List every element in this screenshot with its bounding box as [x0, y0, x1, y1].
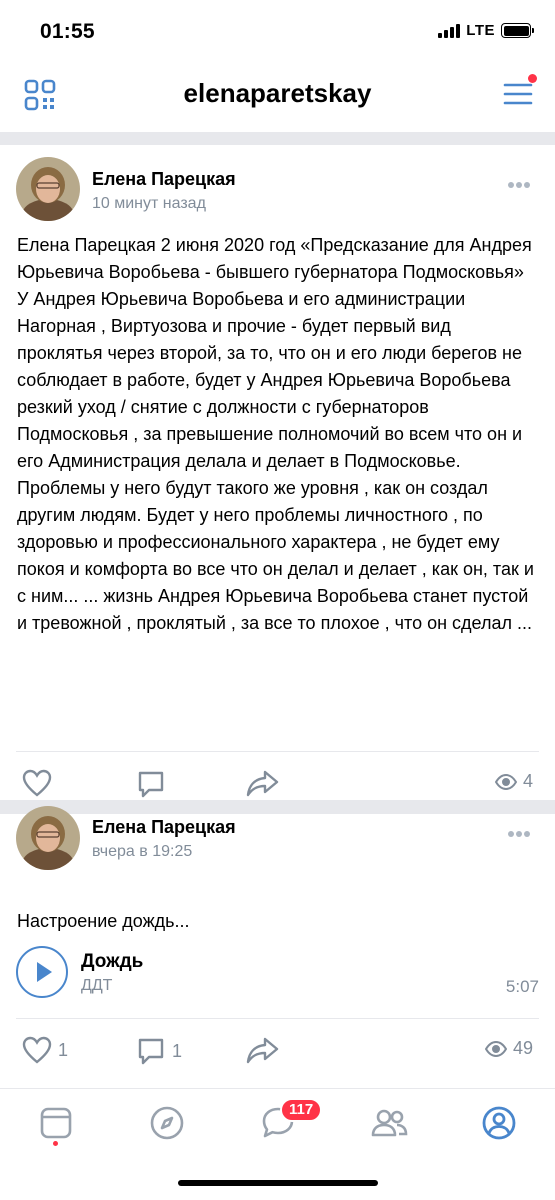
views-count: 49 [512, 1038, 533, 1058]
status-indicators: LTE [438, 22, 534, 39]
share-button[interactable] [246, 769, 280, 797]
post-card: Елена Парецкая 10 минут назад Елена Паре… [0, 145, 555, 800]
page-title: elenaparetskay [183, 78, 372, 108]
audio-artist: ДДТ [81, 977, 113, 994]
profile-icon [482, 1106, 516, 1140]
tab-profile[interactable] [479, 1103, 519, 1143]
share-button[interactable] [246, 1036, 280, 1064]
post-author[interactable]: Елена Парецкая [92, 169, 236, 190]
like-button[interactable] [22, 769, 52, 797]
play-button[interactable] [16, 946, 68, 998]
tab-news[interactable] [36, 1103, 76, 1143]
home-indicator [178, 1180, 378, 1186]
comment-button[interactable]: 1 [136, 1036, 182, 1066]
profile-header: elenaparetskay [0, 62, 555, 132]
comment-icon [138, 771, 164, 798]
play-icon [37, 962, 52, 982]
views-counter: 49 [484, 1038, 533, 1059]
news-feed-icon [40, 1107, 72, 1139]
post-text: Настроение дождь... [17, 911, 190, 931]
battery-icon [501, 23, 534, 38]
signal-icon [438, 23, 461, 38]
comment-count: 1 [172, 1040, 183, 1061]
network-label: LTE [466, 22, 495, 39]
divider [16, 1018, 539, 1019]
eye-icon [484, 1040, 507, 1057]
status-bar: 01:55 LTE [0, 0, 555, 62]
heart-icon [22, 1036, 52, 1064]
post-time: вчера в 19:25 [92, 843, 193, 860]
divider [16, 751, 539, 752]
messages-badge: 117 [280, 1098, 323, 1122]
views-count: 4 [522, 771, 533, 791]
section-separator [0, 800, 555, 814]
more-icon[interactable] [507, 825, 531, 837]
section-separator [0, 132, 555, 145]
post-card: Елена Парецкая вчера в 19:25 Настроение … [0, 806, 555, 1080]
heart-icon [22, 769, 52, 797]
compass-icon [150, 1106, 184, 1140]
comment-icon [138, 1038, 164, 1065]
like-count: 1 [58, 1039, 69, 1060]
status-time: 01:55 [40, 20, 95, 43]
post-author[interactable]: Елена Парецкая [92, 817, 236, 838]
notification-dot [528, 74, 537, 83]
share-icon [246, 1037, 279, 1064]
views-counter: 4 [494, 771, 533, 792]
friends-icon [371, 1109, 408, 1137]
share-icon [246, 770, 279, 797]
audio-duration: 5:07 [505, 977, 539, 996]
post-time: 10 минут назад [92, 195, 206, 212]
avatar[interactable] [16, 806, 80, 870]
post-text: Елена Парецкая 2 июня 2020 год «Предсказ… [17, 235, 534, 633]
eye-icon [494, 773, 517, 790]
like-button[interactable]: 1 [22, 1036, 68, 1064]
tab-discover[interactable] [147, 1103, 187, 1143]
audio-title: Дождь [81, 951, 144, 972]
more-icon[interactable] [507, 176, 531, 188]
avatar[interactable] [16, 157, 80, 221]
comment-button[interactable] [136, 769, 166, 799]
tab-friends[interactable] [369, 1103, 409, 1143]
new-posts-dot [53, 1141, 58, 1146]
